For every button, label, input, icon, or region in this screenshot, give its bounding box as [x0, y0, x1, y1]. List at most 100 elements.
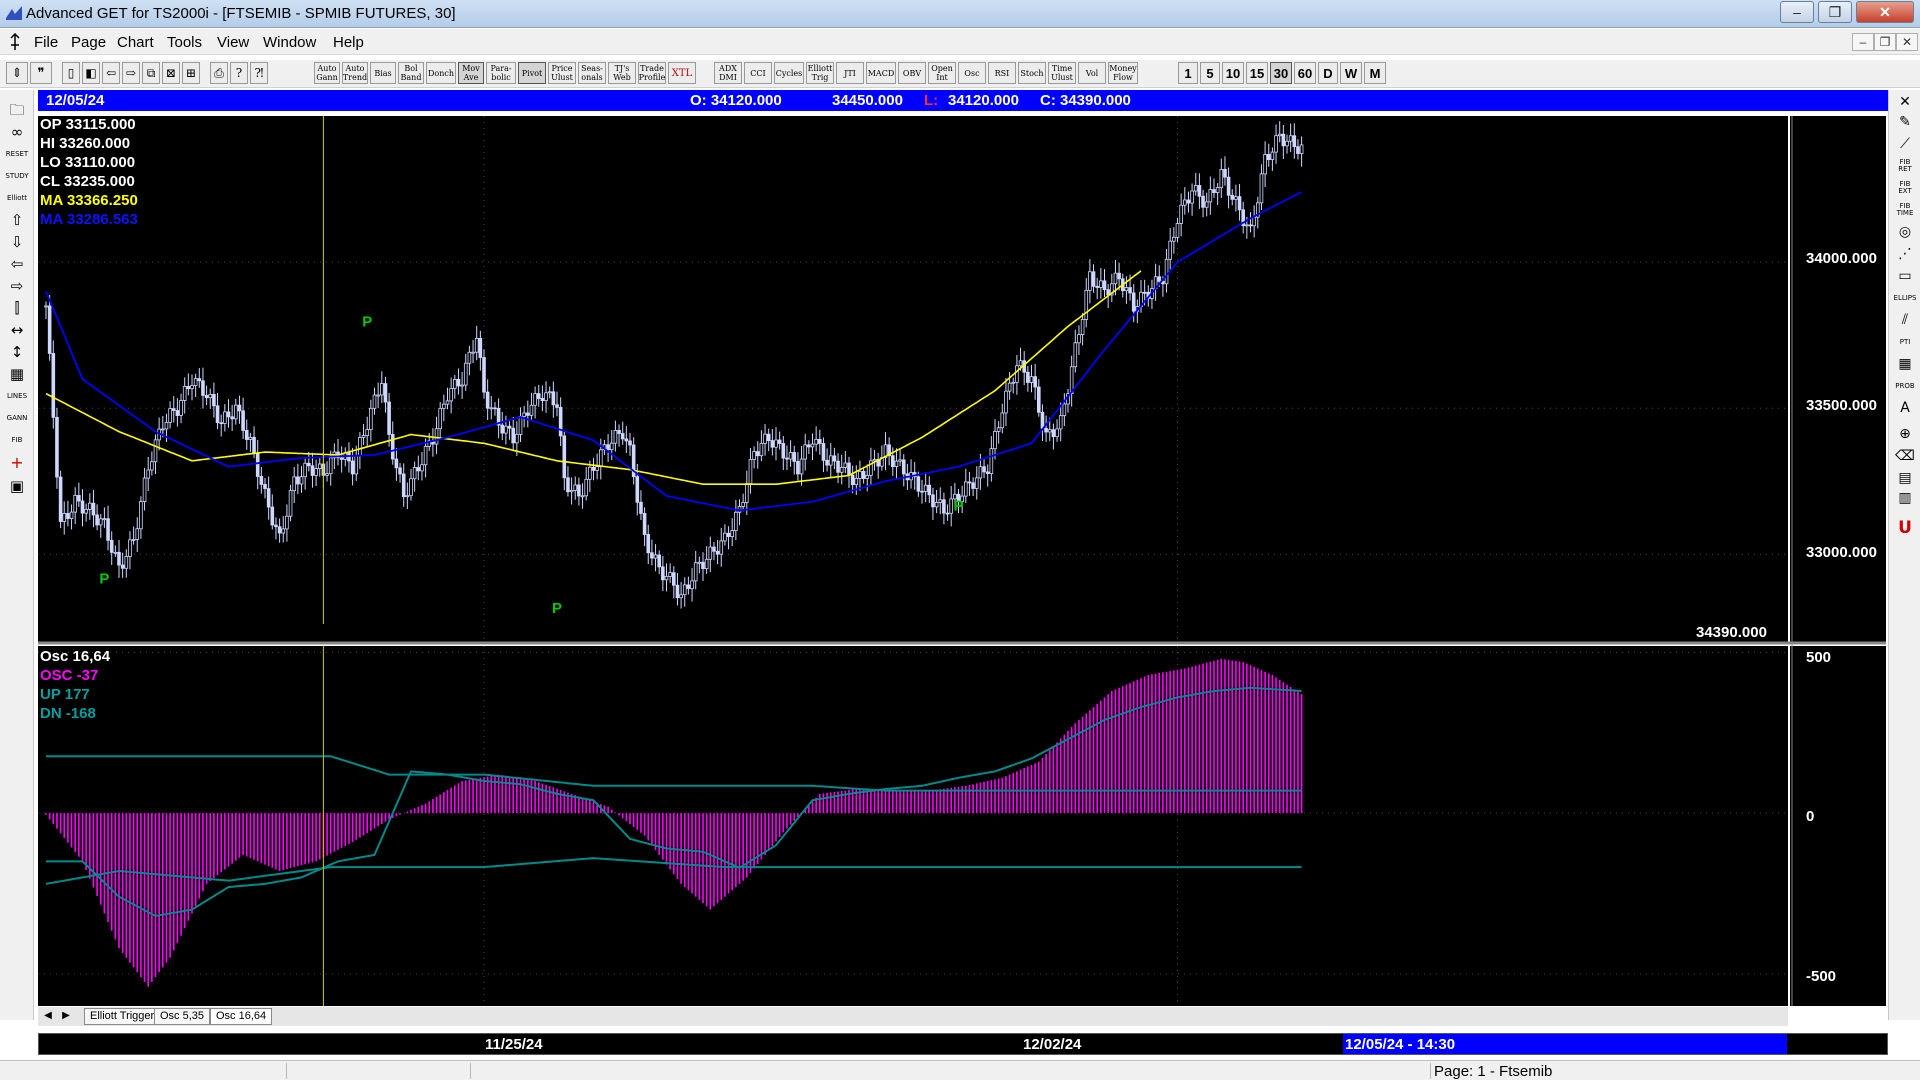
- candle-body: [996, 427, 1001, 432]
- candle-body: [847, 462, 851, 476]
- candle-body: [599, 449, 603, 467]
- oscillator-pane[interactable]: [38, 646, 1788, 1006]
- candle-body: [409, 478, 413, 497]
- candle-body: [533, 393, 537, 406]
- candle-body: [1223, 168, 1227, 178]
- osc-legend-dn: DN -168: [40, 705, 96, 722]
- candle-body: [1091, 271, 1096, 287]
- candle-body: [507, 425, 512, 429]
- candle-body: [839, 467, 844, 473]
- date-label: 12/02/24: [1023, 1036, 1082, 1053]
- status-pane: [470, 1063, 471, 1079]
- candle-body: [675, 584, 680, 599]
- candle-body: [606, 444, 610, 451]
- candle-body: [1212, 189, 1216, 193]
- candle-body: [635, 476, 640, 503]
- candle-body: [369, 407, 373, 431]
- candle-body: [485, 391, 490, 409]
- candle-body: [562, 435, 567, 479]
- candle-body: [456, 379, 461, 387]
- candle-body: [547, 391, 552, 394]
- tab-next-icon[interactable]: ▶: [58, 1008, 74, 1025]
- candle-body: [106, 518, 110, 541]
- candle-body: [219, 422, 224, 425]
- candle-body: [734, 511, 738, 531]
- candle-body: [825, 459, 829, 466]
- candle-body: [226, 411, 231, 418]
- osc-tick-label: 500: [1806, 649, 1831, 666]
- candle-body: [726, 532, 731, 537]
- candle-body: [989, 448, 994, 474]
- candle-body: [358, 437, 362, 457]
- candle-body: [1296, 146, 1300, 154]
- candle-body: [807, 444, 811, 448]
- candle-body: [1168, 240, 1173, 260]
- candle-body: [1197, 185, 1202, 197]
- candle-body: [460, 384, 464, 387]
- candle-body: [471, 351, 475, 354]
- candle-body: [175, 410, 180, 416]
- candle-body: [982, 466, 986, 473]
- candle-body: [263, 484, 267, 490]
- candle-body: [1007, 382, 1012, 392]
- candle-body: [628, 440, 632, 446]
- candle-body: [985, 471, 990, 474]
- candle-body: [642, 513, 647, 535]
- candle-body: [588, 466, 592, 480]
- candle-body: [171, 408, 176, 411]
- candle-body: [1281, 133, 1286, 147]
- candle-body: [624, 438, 629, 442]
- candle-body: [668, 572, 672, 577]
- tab-osc-16-64[interactable]: Osc 16,64: [210, 1008, 273, 1025]
- chart-canvas[interactable]: P P P P 34390.000 34000.000 33500.000 33000…: [0, 0, 1920, 1080]
- date-label: 11/25/24: [485, 1036, 543, 1053]
- candle-body: [416, 467, 421, 472]
- candle-body: [737, 506, 742, 513]
- price-pane[interactable]: [38, 116, 1788, 642]
- candle-body: [971, 482, 975, 489]
- candle-body: [365, 429, 369, 436]
- candle-body: [215, 405, 220, 424]
- candle-body: [1164, 258, 1169, 285]
- candle-body: [1073, 342, 1078, 368]
- candle-body: [350, 460, 355, 475]
- candle-body: [117, 551, 121, 566]
- candle-body: [639, 501, 643, 514]
- candle-body: [62, 513, 67, 522]
- last-price-label: 34390.000: [1696, 624, 1767, 641]
- pivot-label: P: [552, 600, 562, 617]
- candle-body: [493, 407, 497, 410]
- candle-body: [44, 305, 48, 308]
- candle-body: [821, 443, 826, 461]
- candle-body: [730, 530, 734, 537]
- candle-body: [774, 439, 778, 448]
- candle-body: [186, 386, 191, 390]
- candle-body: [390, 434, 395, 460]
- candle-body: [303, 462, 307, 478]
- candle-body: [1230, 194, 1235, 200]
- candle-body: [91, 502, 96, 516]
- tab-elliott-trigger[interactable]: Elliott Trigger: [84, 1008, 161, 1025]
- candle-body: [544, 392, 548, 402]
- candle-body: [1226, 176, 1231, 196]
- candle-body: [1026, 371, 1030, 383]
- candle-body: [1077, 334, 1081, 344]
- candle-body: [233, 404, 238, 420]
- legend-ma-fast: MA 33366.250: [40, 192, 138, 209]
- candle-body: [942, 499, 946, 514]
- tab-osc-5-35[interactable]: Osc 5,35: [154, 1008, 211, 1025]
- candle-body: [1037, 386, 1041, 413]
- candle-body: [55, 416, 59, 478]
- tab-prev-icon[interactable]: ◀: [40, 1008, 56, 1025]
- candle-body: [434, 428, 439, 445]
- candle-body: [223, 411, 227, 424]
- candle-body: [193, 378, 198, 386]
- candle-body: [478, 338, 483, 358]
- candle-body: [653, 554, 658, 559]
- candle-body: [704, 558, 709, 570]
- candle-body: [898, 459, 902, 462]
- candle-body: [131, 539, 136, 541]
- candle-body: [1015, 365, 1019, 383]
- candle-body: [1058, 415, 1063, 430]
- candle-body: [785, 457, 789, 460]
